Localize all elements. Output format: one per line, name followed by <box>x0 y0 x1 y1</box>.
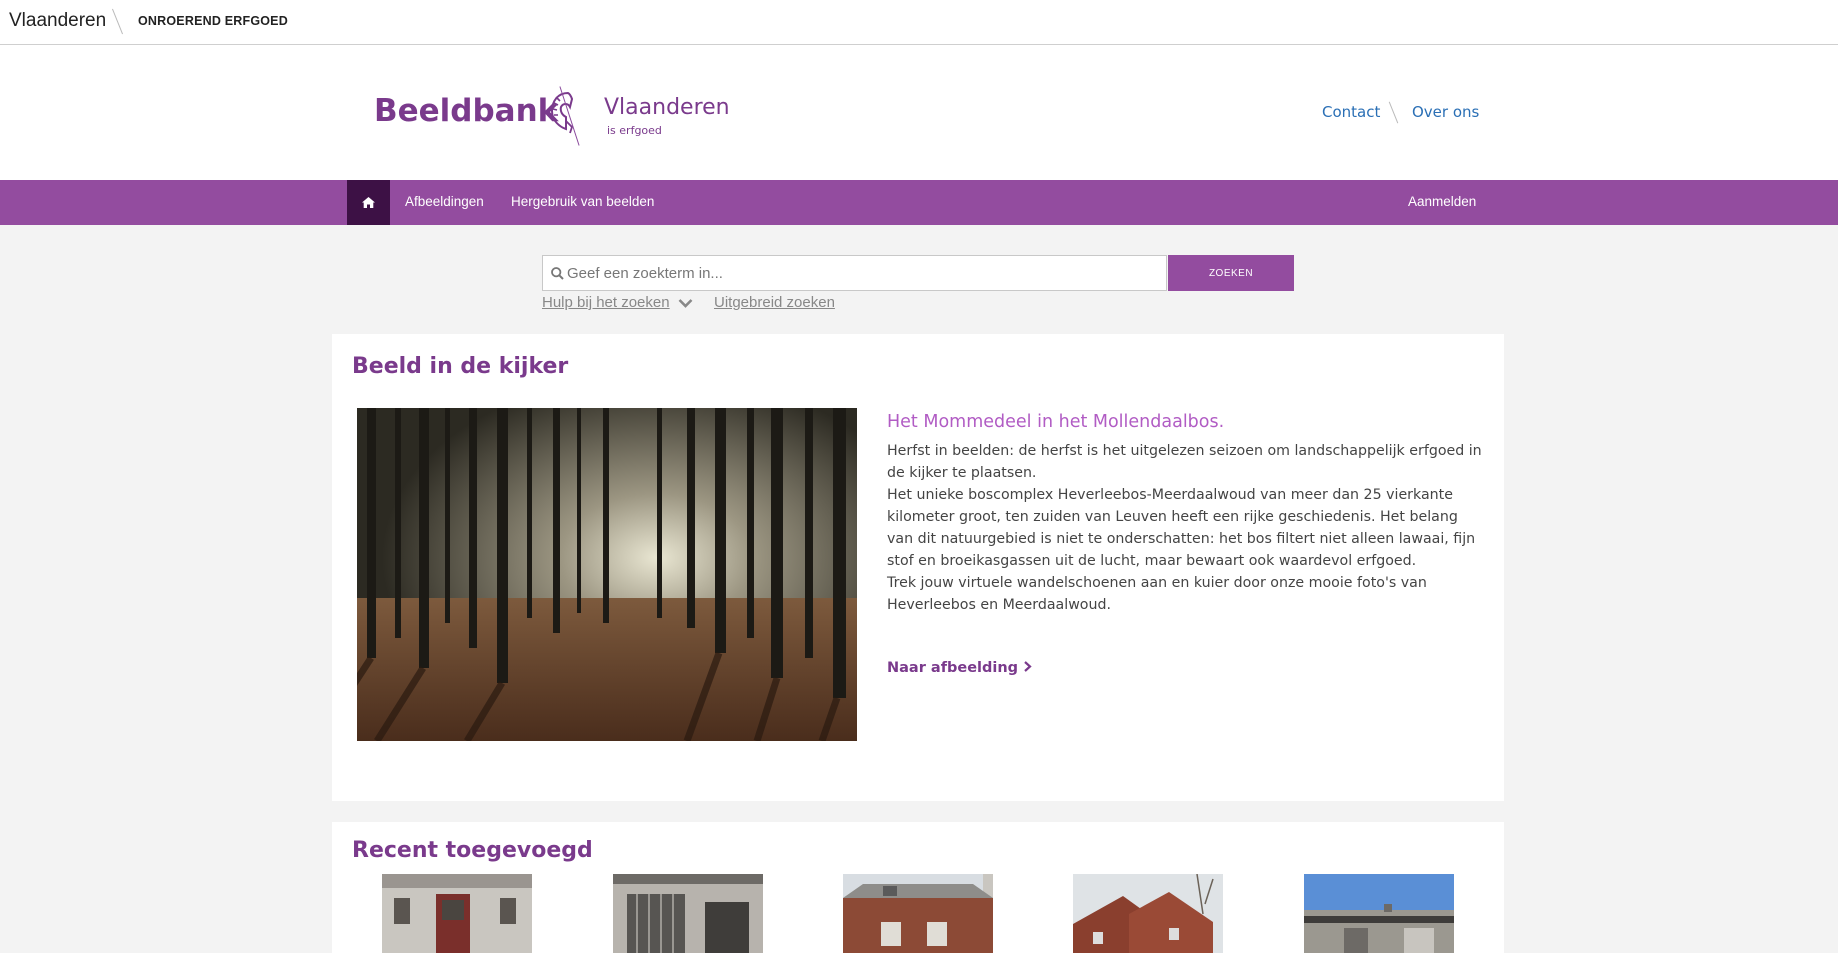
site-title[interactable]: Beeldbank <box>374 93 558 129</box>
agency-name[interactable]: ONROEREND ERFGOED <box>138 14 288 28</box>
main-nav: Afbeeldingen Hergebruik van beelden Aanm… <box>0 180 1838 225</box>
featured-paragraph: Trek jouw virtuele wandelschoenen aan en… <box>887 575 1427 613</box>
divider <box>111 8 124 35</box>
logo-tagline: is erfgoed <box>607 124 662 137</box>
featured-description: Herfst in beelden: de herfst is het uitg… <box>887 440 1487 616</box>
top-bar: Vlaanderen ONROEREND ERFGOED <box>0 0 1838 45</box>
login-link[interactable]: Aanmelden <box>1408 194 1476 209</box>
search-input[interactable] <box>567 256 1157 290</box>
featured-title[interactable]: Het Mommedeel in het Mollendaalbos. <box>887 412 1224 432</box>
government-brand[interactable]: Vlaanderen <box>9 10 106 32</box>
search-icon <box>551 267 564 280</box>
featured-paragraph: Het unieke boscomplex Heverleebos-Meerda… <box>887 487 1476 569</box>
divider <box>1388 101 1399 124</box>
recent-thumbnail[interactable] <box>1304 874 1454 953</box>
site-header: Beeldbank Vlaanderen is erfgoed Contact … <box>0 45 1838 180</box>
section-heading: Recent toegevoegd <box>352 838 593 863</box>
thumbnail-image <box>1304 874 1454 953</box>
thumbnail-image <box>1073 874 1223 953</box>
chevron-right-icon <box>1024 661 1032 672</box>
view-image-link-label: Naar afbeelding <box>887 660 1019 676</box>
recent-images-card: Recent toegevoegd <box>332 822 1504 953</box>
search-field[interactable] <box>542 255 1167 291</box>
view-image-link[interactable]: Naar afbeelding <box>887 660 1032 676</box>
lion-logo-icon <box>550 91 574 134</box>
recent-thumbnail[interactable] <box>843 874 993 953</box>
section-heading: Beeld in de kijker <box>352 354 569 379</box>
recent-thumbnail[interactable] <box>1073 874 1223 953</box>
home-button[interactable] <box>347 180 390 225</box>
featured-photo[interactable] <box>357 408 857 741</box>
nav-item-hergebruik[interactable]: Hergebruik van beelden <box>511 194 654 209</box>
advanced-search-link[interactable]: Uitgebreid zoeken <box>714 294 835 311</box>
forest-photo <box>357 408 857 741</box>
about-link[interactable]: Over ons <box>1412 103 1479 121</box>
thumbnail-image <box>843 874 993 953</box>
search-help-link[interactable]: Hulp bij het zoeken <box>542 294 670 311</box>
contact-link[interactable]: Contact <box>1322 103 1380 121</box>
nav-item-afbeeldingen[interactable]: Afbeeldingen <box>405 194 484 209</box>
logo-name: Vlaanderen <box>604 95 730 120</box>
featured-image-card: Beeld in de kijker Het Mommedeel in het … <box>332 334 1504 801</box>
recent-thumbnail[interactable] <box>382 874 532 953</box>
featured-paragraph: Herfst in beelden: de herfst is het uitg… <box>887 443 1482 481</box>
chevron-down-icon[interactable] <box>678 298 693 308</box>
home-icon <box>362 197 375 208</box>
thumbnail-image <box>613 874 763 953</box>
thumbnail-image <box>382 874 532 953</box>
search-button[interactable]: ZOEKEN <box>1168 255 1294 291</box>
recent-thumbnail[interactable] <box>613 874 763 953</box>
